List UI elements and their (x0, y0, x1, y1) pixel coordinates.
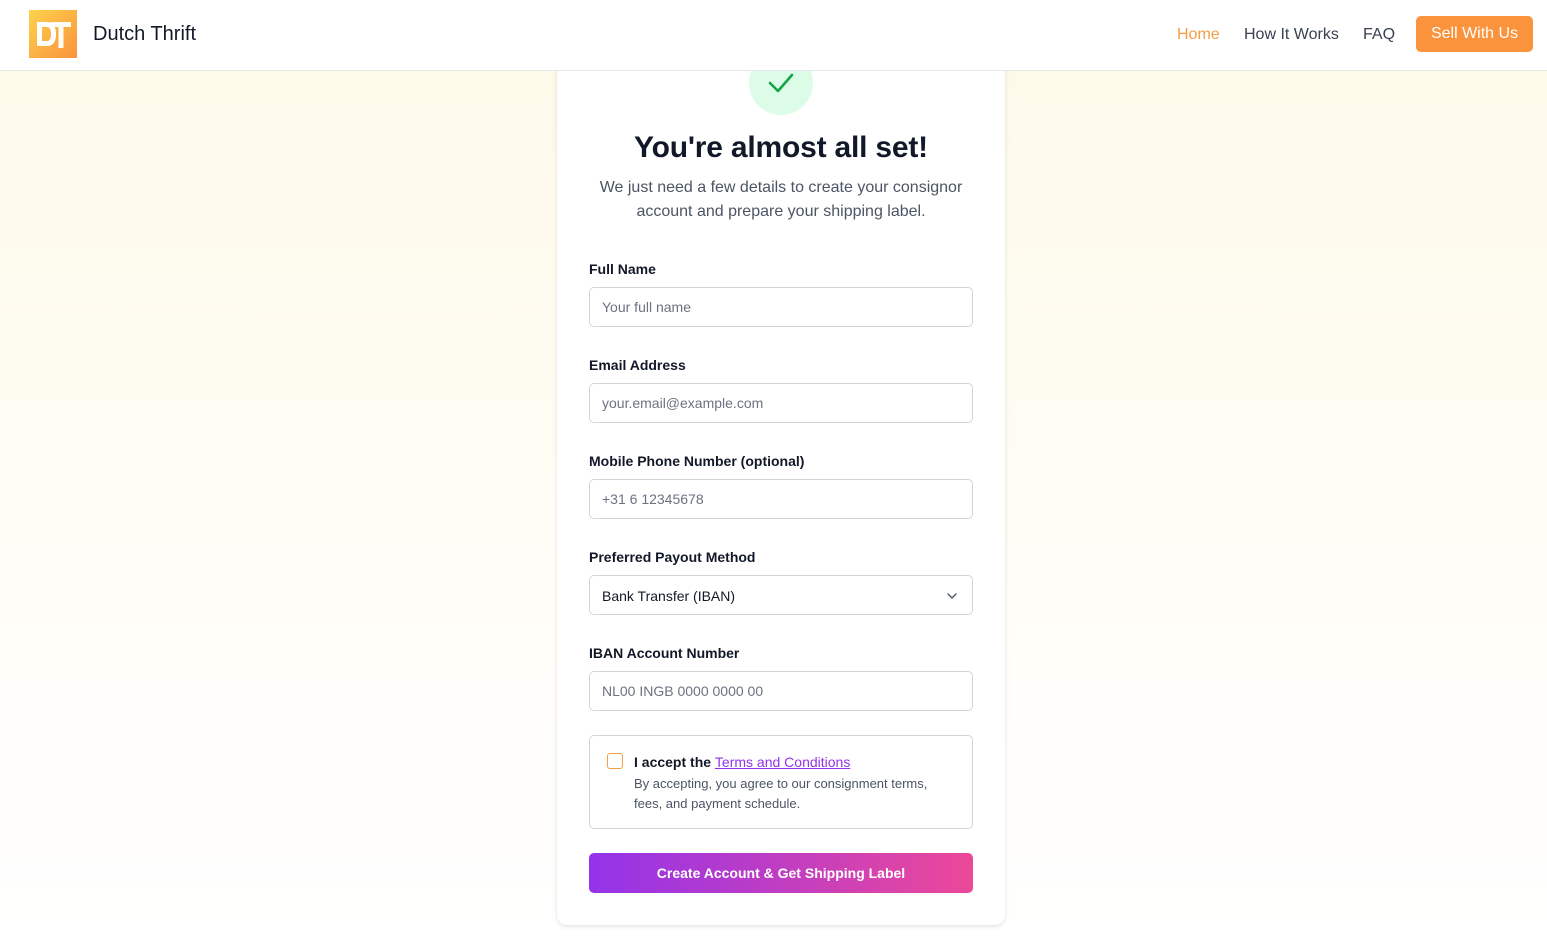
iban-label: IBAN Account Number (589, 645, 740, 661)
iban-input[interactable] (589, 671, 973, 711)
terms-checkbox[interactable] (607, 753, 623, 769)
terms-link[interactable]: Terms and Conditions (715, 754, 850, 770)
logo-monogram-icon (29, 10, 77, 58)
page-subtitle: We just need a few details to create you… (599, 179, 963, 220)
dutch-thrift-logo[interactable] (29, 10, 77, 58)
payout-method-label: Preferred Payout Method (589, 549, 756, 565)
phone-label: Mobile Phone Number (optional) (589, 453, 805, 469)
sell-with-us-button[interactable]: Sell With Us (1416, 16, 1533, 52)
terms-panel: I accept the Terms and Conditions By acc… (589, 735, 973, 829)
payout-method-value: Bank Transfer (IBAN) (602, 588, 736, 604)
email-input[interactable] (589, 383, 973, 423)
create-account-button[interactable]: Create Account & Get Shipping Label (589, 853, 973, 893)
full-name-label: Full Name (589, 261, 656, 277)
full-name-input[interactable] (589, 287, 973, 327)
checkmark-icon (768, 73, 794, 93)
phone-input[interactable] (589, 479, 973, 519)
page-title: You're almost all set! (634, 131, 928, 164)
terms-description: By accepting, you agree to our consignme… (634, 776, 928, 811)
top-navbar: Dutch Thrift Home How It Works FAQ Sell … (0, 0, 1547, 71)
nav-home-link[interactable]: Home (1177, 26, 1220, 44)
payout-method-select[interactable]: Bank Transfer (IBAN) (589, 575, 973, 615)
nav-faq-link[interactable]: FAQ (1363, 26, 1395, 44)
nav-how-it-works-link[interactable]: How It Works (1244, 26, 1339, 44)
chevron-down-icon (947, 593, 957, 599)
terms-accept-line: I accept the Terms and Conditions (634, 754, 850, 770)
brand-name[interactable]: Dutch Thrift (93, 23, 196, 46)
terms-prefix: I accept the (634, 754, 712, 770)
email-label: Email Address (589, 357, 686, 373)
